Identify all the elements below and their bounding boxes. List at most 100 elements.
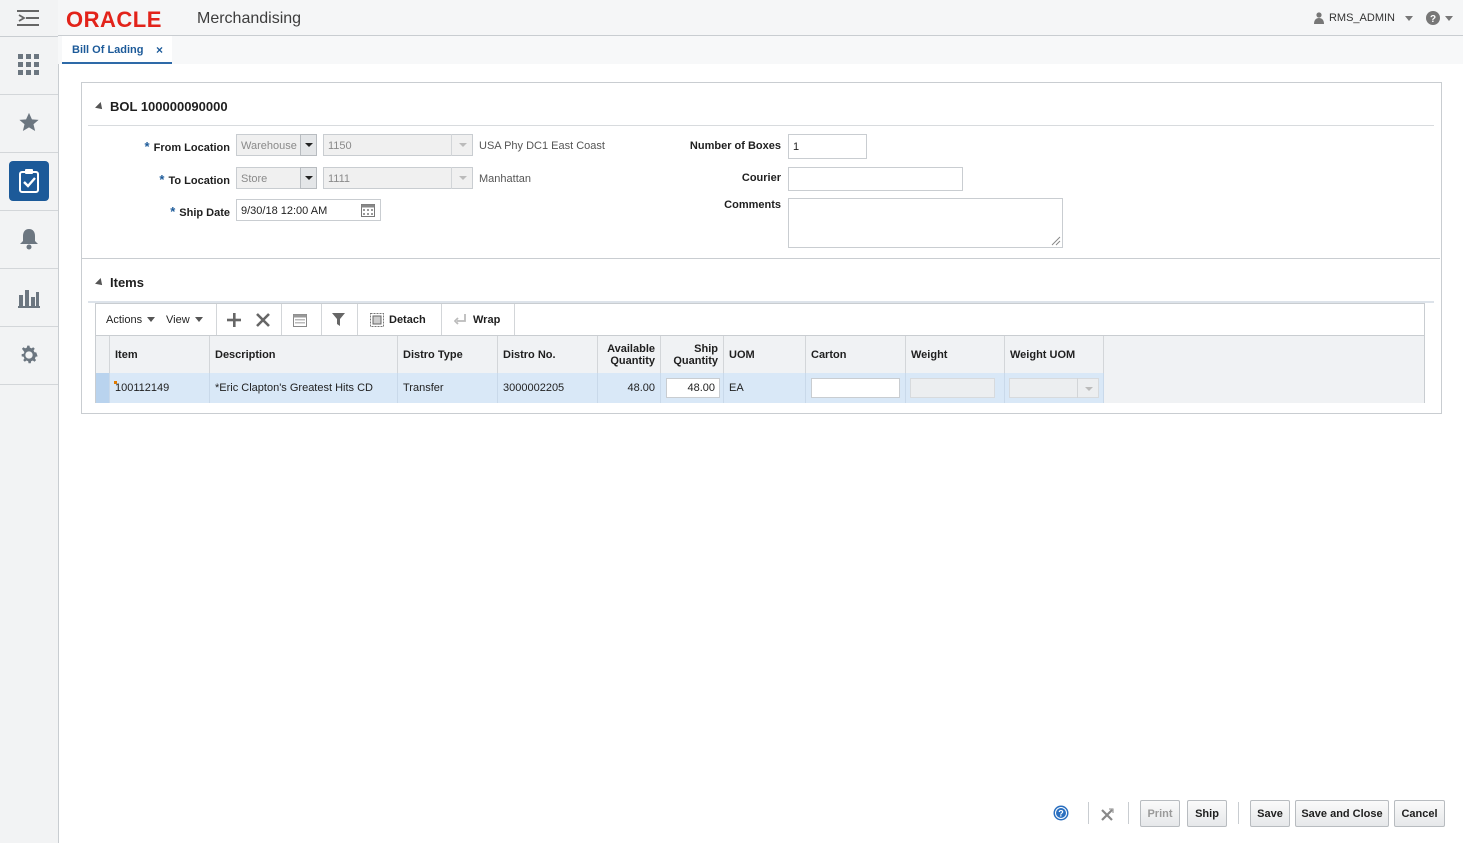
delete-row-button[interactable] <box>256 304 270 335</box>
ship-date-label: * Ship Date <box>170 204 230 219</box>
resize-handle-icon[interactable] <box>1051 236 1061 246</box>
chevron-down-icon <box>147 317 156 322</box>
filter-icon <box>332 313 345 326</box>
rail-favorites[interactable] <box>0 94 58 153</box>
clear-icon <box>1101 808 1114 821</box>
cell-distro-no: 3000002205 <box>498 373 598 403</box>
cell-ship-quantity: 48.00 <box>661 373 724 403</box>
column-header-description[interactable]: Description <box>210 336 398 373</box>
save-and-close-button[interactable]: Save and Close <box>1295 800 1389 827</box>
column-header-item[interactable]: Item <box>110 336 210 373</box>
plus-icon <box>227 312 241 327</box>
to-location-id-select[interactable]: 1111 <box>323 167 473 189</box>
column-header-ship-quantity[interactable]: Ship Quantity <box>661 336 724 373</box>
detach-button[interactable]: Detach <box>370 304 426 335</box>
ship-date-input[interactable]: 9/30/18 12:00 AM <box>236 199 381 221</box>
from-location-id-select[interactable]: 1150 <box>323 134 473 156</box>
from-location-description: USA Phy DC1 East Coast <box>479 140 605 152</box>
number-of-boxes-input[interactable]: 1 <box>788 134 867 159</box>
cell-distro-type: Transfer <box>398 373 498 403</box>
column-header-distro-no[interactable]: Distro No. <box>498 336 598 373</box>
actions-menu[interactable]: Actions <box>106 304 156 335</box>
comments-label: Comments <box>724 199 781 211</box>
collapse-triangle-icon <box>95 278 105 288</box>
chevron-down-icon <box>1445 15 1453 21</box>
items-section-header[interactable]: Items <box>95 275 144 290</box>
help-icon: ? <box>1053 805 1069 821</box>
user-menu[interactable]: RMS_ADMIN <box>1313 12 1413 24</box>
tab-label: Bill Of Lading <box>72 44 144 56</box>
rail-notifications[interactable] <box>0 210 58 269</box>
bol-section-title: BOL 100000090000 <box>110 99 228 114</box>
cell-uom: EA <box>724 373 806 403</box>
weight-input[interactable] <box>910 378 995 398</box>
filter-button[interactable] <box>332 304 345 335</box>
clear-button[interactable] <box>1100 808 1114 825</box>
chevron-down-icon <box>1077 378 1099 398</box>
add-row-button[interactable] <box>227 304 241 335</box>
courier-label: Courier <box>741 172 781 184</box>
view-menu[interactable]: View <box>166 304 203 335</box>
number-of-boxes-label: Number of Boxes <box>689 140 781 152</box>
cell-item: 100112149 <box>110 373 210 403</box>
column-header-distro-type[interactable]: Distro Type <box>398 336 498 373</box>
save-button[interactable]: Save <box>1250 800 1290 827</box>
chevron-down-icon[interactable] <box>300 167 317 189</box>
cancel-button[interactable]: Cancel <box>1394 800 1445 827</box>
to-location-description: Manhattan <box>479 173 531 185</box>
chevron-down-icon <box>1405 15 1413 21</box>
divider <box>82 258 1440 259</box>
detach-icon <box>370 312 384 327</box>
help-button[interactable]: ? <box>1053 805 1069 824</box>
column-header-carton[interactable]: Carton <box>806 336 906 373</box>
chevron-down-icon[interactable] <box>300 134 317 156</box>
bar-chart-icon <box>18 290 40 308</box>
rail-tasks-grid[interactable] <box>0 36 58 95</box>
freeze-columns-button[interactable] <box>293 304 307 335</box>
wrap-icon <box>454 313 466 325</box>
column-header-available-quantity[interactable]: Available Quantity <box>598 336 661 373</box>
oracle-logo: ORACLE <box>66 7 162 32</box>
courier-input[interactable] <box>788 167 963 191</box>
close-icon[interactable]: × <box>156 43 163 57</box>
user-name: RMS_ADMIN <box>1328 12 1395 24</box>
cell-weight-uom <box>1005 373 1104 403</box>
print-button[interactable]: Print <box>1140 800 1180 827</box>
ship-quantity-input[interactable]: 48.00 <box>666 378 720 398</box>
comments-textarea[interactable] <box>788 198 1063 248</box>
svg-text:?: ? <box>1058 809 1064 819</box>
app-header: ORACLE Merchandising RMS_ADMIN ? <box>58 0 1463 36</box>
delete-x-icon <box>256 312 270 327</box>
tab-bill-of-lading[interactable]: Bill Of Lading × <box>62 36 172 64</box>
help-menu[interactable]: ? <box>1426 11 1453 25</box>
column-header-weight[interactable]: Weight <box>906 336 1005 373</box>
star-icon <box>19 112 39 131</box>
from-location-type-select[interactable]: Warehouse <box>236 134 317 156</box>
bol-section-header[interactable]: BOL 100000090000 <box>95 99 228 114</box>
column-header-uom[interactable]: UOM <box>724 336 806 373</box>
grid-icon <box>18 54 39 75</box>
collapse-triangle-icon <box>95 102 105 112</box>
row-selector-header <box>96 336 110 373</box>
menu-toggle[interactable] <box>0 0 58 37</box>
rail-tasks-active[interactable] <box>0 152 58 211</box>
footer-separator <box>1088 802 1089 824</box>
chevron-down-icon <box>451 134 473 156</box>
row-selector[interactable] <box>96 373 110 403</box>
cell-weight <box>906 373 1005 403</box>
to-location-type-select[interactable]: Store <box>236 167 317 189</box>
cell-carton <box>806 373 906 403</box>
footer-separator <box>1238 802 1239 824</box>
carton-input[interactable] <box>811 378 900 398</box>
calendar-icon[interactable] <box>361 203 375 217</box>
wrap-button[interactable]: Wrap <box>454 304 500 335</box>
changed-indicator-icon <box>114 381 117 384</box>
toolbar-separator <box>514 304 515 335</box>
weight-uom-select[interactable] <box>1009 378 1099 398</box>
bell-icon <box>20 229 38 250</box>
column-header-weight-uom[interactable]: Weight UOM <box>1005 336 1104 373</box>
rail-reports[interactable] <box>0 268 58 327</box>
rail-settings[interactable] <box>0 326 58 385</box>
user-icon <box>1313 12 1324 24</box>
ship-button[interactable]: Ship <box>1187 800 1227 827</box>
